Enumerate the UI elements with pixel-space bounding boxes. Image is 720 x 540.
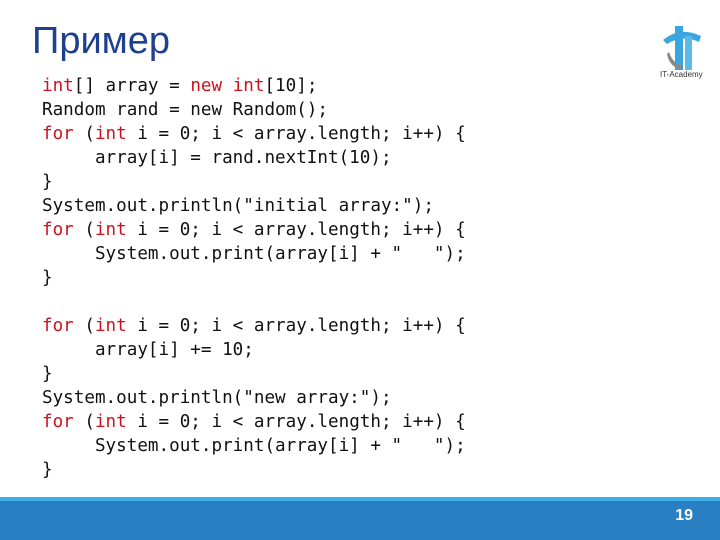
code-line: for (int i = 0; i < array.length; i++) { xyxy=(42,314,466,338)
code-line: System.out.print(array[i] + " "); xyxy=(42,242,466,266)
code-keyword: new xyxy=(190,76,223,96)
code-line: int[] array = new int[10]; xyxy=(42,74,466,98)
code-line: array[i] += 10; xyxy=(42,338,466,362)
footer-bar: 19 xyxy=(0,501,720,540)
code-text: i = 0; i < array.length; i++) { xyxy=(126,124,466,144)
code-text: [] array = xyxy=(73,76,191,96)
code-text: ( xyxy=(73,124,95,144)
code-text: array[i] = rand.nextInt(10); xyxy=(42,148,392,168)
code-line: } xyxy=(42,266,466,290)
code-line: for (int i = 0; i < array.length; i++) { xyxy=(42,122,466,146)
code-keyword: int xyxy=(94,316,127,336)
code-text: ( xyxy=(73,412,95,432)
code-line: for (int i = 0; i < array.length; i++) { xyxy=(42,218,466,242)
code-line: } xyxy=(42,170,466,194)
code-keyword: int xyxy=(232,76,265,96)
code-text: } xyxy=(42,364,53,384)
code-text: } xyxy=(42,460,53,480)
code-text: System.out.print(array[i] + " "); xyxy=(42,436,466,456)
code-keyword: for xyxy=(42,316,74,336)
code-keyword: for xyxy=(42,124,74,144)
code-keyword: for xyxy=(42,412,74,432)
code-line: array[i] = rand.nextInt(10); xyxy=(42,146,466,170)
code-text: ( xyxy=(73,316,95,336)
code-text: ( xyxy=(73,220,95,240)
code-line: System.out.print(array[i] + " "); xyxy=(42,434,466,458)
page-number: 19 xyxy=(675,507,693,524)
code-text: } xyxy=(42,268,53,288)
code-line: } xyxy=(42,458,466,482)
code-text: i = 0; i < array.length; i++) { xyxy=(126,316,466,336)
slide-title: Пример xyxy=(32,20,171,62)
code-line: Random rand = new Random(); xyxy=(42,98,466,122)
code-text: [10]; xyxy=(264,76,318,96)
code-text: Random rand = new Random(); xyxy=(42,100,328,120)
code-keyword: for xyxy=(42,220,74,240)
code-block: int[] array = new int[10]; Random rand = … xyxy=(42,74,466,482)
code-keyword: int xyxy=(42,76,74,96)
code-line: System.out.println("new array:"); xyxy=(42,386,466,410)
code-line: System.out.println("initial array:"); xyxy=(42,194,466,218)
code-text: array[i] += 10; xyxy=(42,340,254,360)
code-keyword: int xyxy=(94,124,127,144)
code-text: i = 0; i < array.length; i++) { xyxy=(126,412,466,432)
code-text: System.out.println("new array:"); xyxy=(42,388,392,408)
code-text: i = 0; i < array.length; i++) { xyxy=(126,220,466,240)
code-line: for (int i = 0; i < array.length; i++) { xyxy=(42,410,466,434)
code-keyword: int xyxy=(94,412,127,432)
logo-text: IT-Academy xyxy=(660,70,703,79)
code-text: } xyxy=(42,172,53,192)
code-text: System.out.println("initial array:"); xyxy=(42,196,434,216)
code-line: } xyxy=(42,362,466,386)
code-text: System.out.print(array[i] + " "); xyxy=(42,244,466,264)
code-keyword: int xyxy=(94,220,127,240)
